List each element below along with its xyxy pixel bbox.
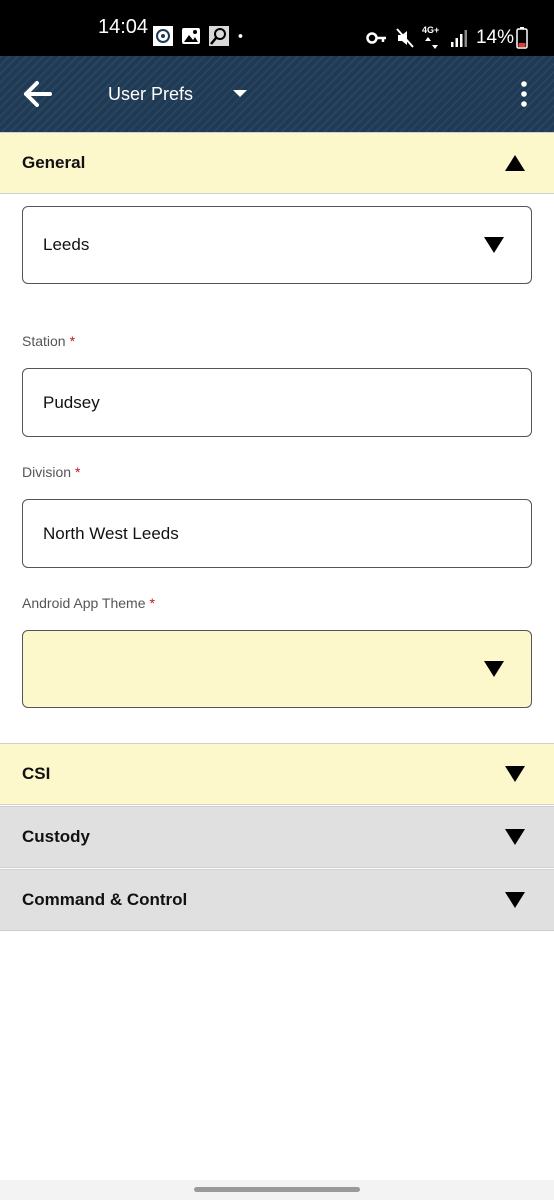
section-csi-header[interactable]: CSI xyxy=(0,743,554,805)
home-gesture-handle[interactable] xyxy=(194,1187,360,1192)
status-right-icons: 4G+ 14% xyxy=(366,25,528,50)
back-arrow-icon[interactable] xyxy=(20,76,56,112)
area-select[interactable]: Leeds xyxy=(22,206,532,284)
expand-triangle-icon xyxy=(505,766,525,782)
expand-triangle-icon xyxy=(505,892,525,908)
station-field[interactable]: Pudsey xyxy=(22,368,532,437)
section-command-control-header[interactable]: Command & Control xyxy=(0,869,554,931)
division-label: Division * xyxy=(22,464,81,480)
section-csi-label: CSI xyxy=(22,764,51,783)
division-field[interactable]: North West Leeds xyxy=(22,499,532,568)
network-type: 4G+ xyxy=(421,25,440,35)
required-mark: * xyxy=(75,464,81,480)
title-dropdown[interactable]: User Prefs xyxy=(108,80,249,108)
expand-triangle-icon xyxy=(505,829,525,845)
collapse-triangle-icon xyxy=(505,155,525,171)
section-custody-header[interactable]: Custody xyxy=(0,806,554,868)
dropdown-triangle-icon xyxy=(484,237,504,253)
status-time: 14:04 xyxy=(98,16,149,38)
page-title: User Prefs xyxy=(108,84,194,104)
section-general-label: General xyxy=(22,153,86,172)
battery-percent: 14% xyxy=(475,27,514,48)
area-select-value: Leeds xyxy=(43,235,90,254)
required-mark: * xyxy=(69,333,76,349)
status-left-icons xyxy=(152,25,250,47)
section-general-header[interactable]: General xyxy=(0,132,554,194)
signal-icon xyxy=(450,30,467,47)
section-custody-label: Custody xyxy=(22,827,90,846)
station-label: Station * xyxy=(22,333,76,349)
section-command-control-label: Command & Control xyxy=(22,890,188,909)
required-mark: * xyxy=(149,595,155,611)
app-bar: User Prefs xyxy=(0,56,554,132)
division-value: North West Leeds xyxy=(43,523,179,543)
image-icon xyxy=(182,28,200,44)
theme-label: Android App Theme * xyxy=(22,595,155,611)
status-bar: 14:04 4G+ 14% xyxy=(0,0,554,56)
mute-icon xyxy=(396,28,414,48)
search-icon xyxy=(209,26,229,46)
dropdown-triangle-icon xyxy=(484,661,504,677)
battery-icon xyxy=(516,27,528,49)
network-icon: 4G+ xyxy=(421,25,442,49)
theme-select[interactable] xyxy=(22,630,532,708)
dot-icon xyxy=(238,34,243,38)
caret-down-icon xyxy=(233,90,248,97)
vpn-key-icon xyxy=(366,32,386,44)
police-badge-icon xyxy=(153,26,173,46)
more-vert-icon[interactable] xyxy=(512,80,536,108)
station-value: Pudsey xyxy=(43,392,100,412)
